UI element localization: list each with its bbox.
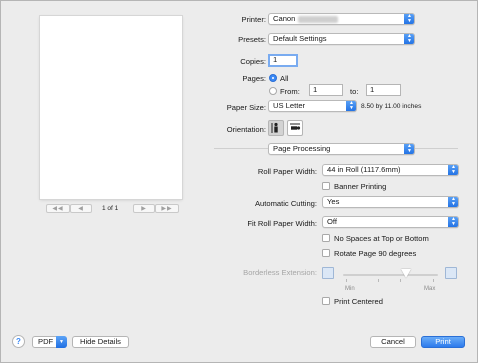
chevron-updown-icon: ▲ ▼: [448, 197, 458, 207]
pages-to-label: to:: [350, 87, 359, 96]
presets-value: Default Settings: [273, 34, 327, 43]
chevron-updown-icon: ▲ ▼: [448, 165, 458, 175]
fit-roll-paper-width-select[interactable]: Off ▲ ▼: [322, 216, 459, 228]
print-button[interactable]: Print: [421, 336, 465, 348]
no-spaces-label: No Spaces at Top or Bottom: [334, 234, 429, 243]
pages-from-radio[interactable]: [269, 87, 277, 95]
printer-value: Canon: [273, 14, 296, 23]
paper-size-select[interactable]: US Letter ▲ ▼: [268, 100, 357, 112]
pages-all-radio[interactable]: [269, 74, 277, 82]
orientation-label: Orientation:: [226, 125, 266, 134]
presets-label: Presets:: [238, 35, 266, 44]
paper-dimensions: 8.50 by 11.00 inches: [361, 103, 422, 110]
help-button[interactable]: ?: [12, 335, 25, 348]
slider-tick: [433, 279, 434, 282]
pages-from-field[interactable]: 1: [309, 84, 343, 96]
chevron-updown-icon: ▲ ▼: [404, 144, 414, 154]
rotate-page-checkbox[interactable]: [322, 249, 330, 257]
portrait-icon: [271, 122, 278, 133]
cancel-button[interactable]: Cancel: [370, 336, 416, 348]
copies-field[interactable]: 1: [268, 54, 298, 67]
chevron-down-icon: ▼: [56, 336, 67, 348]
fit-roll-paper-width-label: Fit Roll Paper Width:: [247, 219, 317, 228]
banner-printing-checkbox[interactable]: [322, 182, 330, 190]
roll-paper-width-value: 44 in Roll (1117.6mm): [327, 165, 401, 174]
copies-label: Copies:: [240, 57, 266, 66]
pdf-label: PDF: [38, 337, 54, 346]
chevron-updown-icon: ▲ ▼: [404, 34, 414, 44]
automatic-cutting-value: Yes: [327, 197, 340, 206]
chevron-updown-icon: ▲ ▼: [404, 14, 414, 24]
pages-from-label: From:: [280, 87, 300, 96]
prev-page-button[interactable]: ◀: [70, 204, 92, 213]
slider-max-label: Max: [424, 286, 436, 292]
borderless-slider-knob[interactable]: [400, 269, 411, 278]
chevron-updown-icon: ▲ ▼: [346, 101, 356, 111]
orientation-landscape-button[interactable]: [287, 120, 303, 136]
printer-name-redacted: [298, 15, 339, 23]
print-centered-label: Print Centered: [334, 297, 383, 306]
borderless-slider-track[interactable]: [343, 274, 438, 276]
slider-tick: [400, 279, 401, 282]
banner-printing-label: Banner Printing: [334, 182, 387, 191]
pages-to-field[interactable]: 1: [366, 84, 401, 96]
roll-paper-width-select[interactable]: 44 in Roll (1117.6mm) ▲ ▼: [322, 164, 459, 176]
section-value: Page Processing: [273, 144, 331, 153]
pages-all-label: All: [280, 74, 289, 83]
section-select[interactable]: Page Processing ▲ ▼: [268, 143, 415, 155]
landscape-icon: [290, 123, 301, 130]
paper-size-label: Paper Size:: [226, 103, 266, 112]
presets-select[interactable]: Default Settings ▲ ▼: [268, 33, 415, 45]
print-centered-checkbox[interactable]: [322, 297, 330, 305]
hide-details-button[interactable]: Hide Details: [72, 336, 129, 348]
orientation-portrait-button[interactable]: [268, 120, 284, 136]
next-page-button[interactable]: ▶: [133, 204, 155, 213]
borderless-max-icon: [445, 267, 457, 279]
page-preview: [40, 16, 182, 199]
pages-label: Pages:: [242, 74, 266, 83]
chevron-updown-icon: ▲ ▼: [448, 217, 458, 227]
printer-select[interactable]: Canon ▲ ▼: [268, 13, 415, 25]
automatic-cutting-select[interactable]: Yes ▲ ▼: [322, 196, 459, 208]
rotate-page-label: Rotate Page 90 degrees: [334, 249, 417, 258]
borderless-extension-label: Borderless Extension:: [243, 268, 317, 277]
paper-size-value: US Letter: [273, 101, 306, 110]
borderless-min-icon: [322, 267, 334, 279]
no-spaces-checkbox[interactable]: [322, 234, 330, 242]
automatic-cutting-label: Automatic Cutting:: [254, 199, 317, 208]
fit-roll-paper-width-value: Off: [327, 217, 337, 226]
slider-tick: [378, 279, 379, 282]
slider-min-label: Min: [345, 286, 355, 292]
pdf-menu-button[interactable]: PDF ▼: [32, 336, 67, 348]
printer-label: Printer:: [241, 15, 266, 24]
roll-paper-width-label: Roll Paper Width:: [257, 167, 317, 176]
last-page-button[interactable]: ▶▶: [155, 204, 179, 213]
slider-tick: [346, 279, 347, 282]
page-counter: 1 of 1: [102, 205, 119, 212]
first-page-button[interactable]: ◀◀: [46, 204, 70, 213]
